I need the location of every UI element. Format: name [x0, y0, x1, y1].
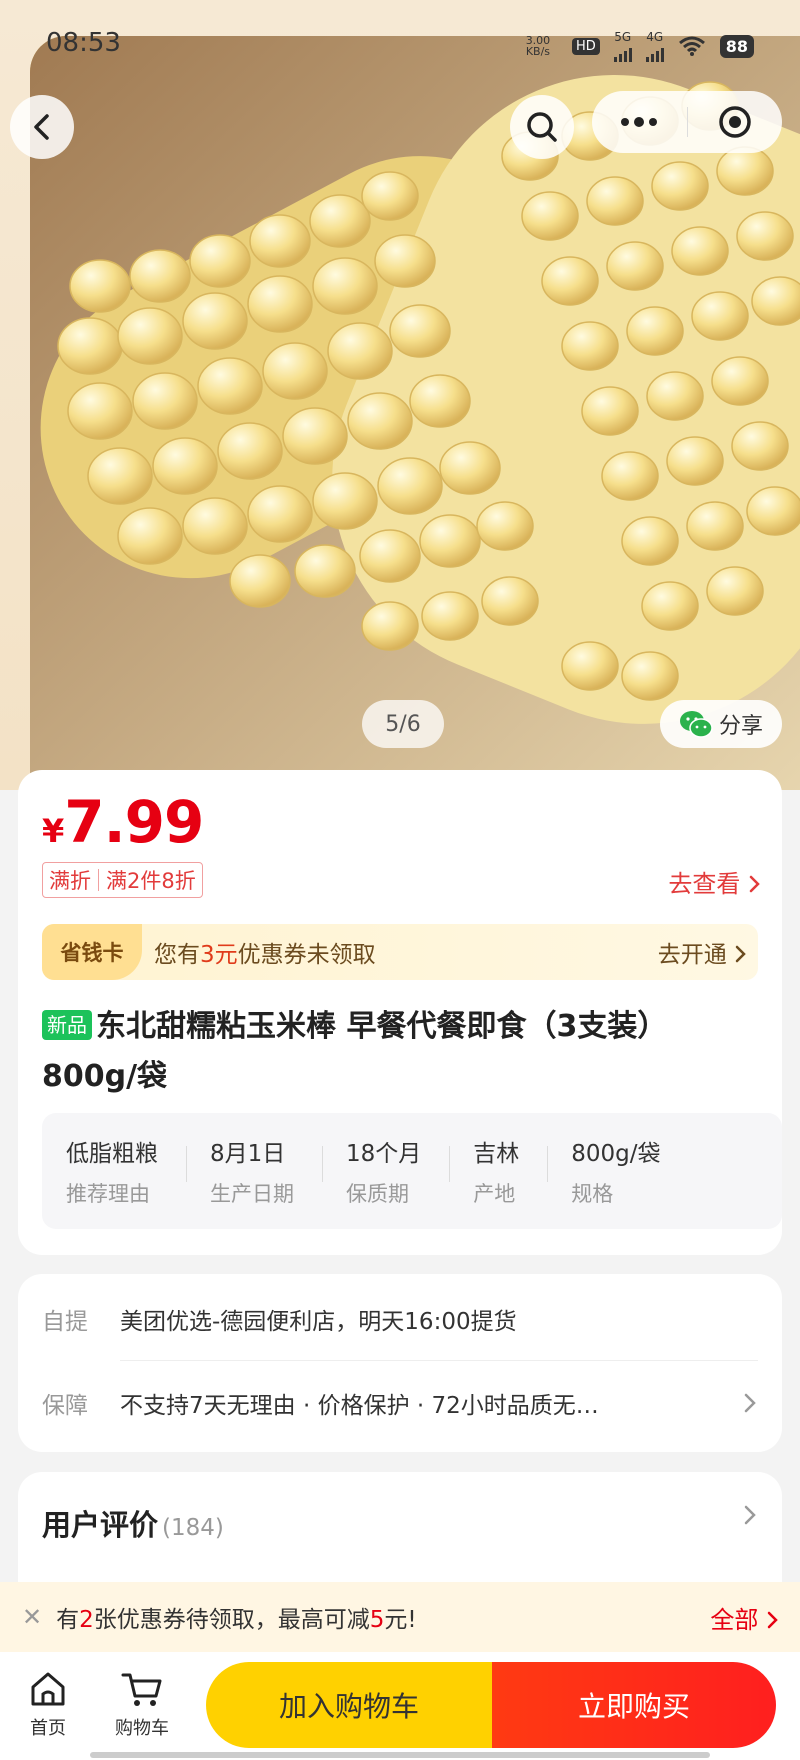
attr-key: 保质期 [346, 1182, 409, 1206]
more-dots-icon [621, 117, 658, 127]
chevron-left-icon [34, 114, 49, 140]
wechat-icon [679, 711, 713, 738]
wifi-icon [678, 36, 705, 56]
nav-home-label: 首页 [30, 1718, 66, 1739]
nav-cart[interactable]: 购物车 [102, 1670, 182, 1740]
savings-card-banner[interactable]: 省钱卡 您有3元优惠券未领取 去开通 [42, 924, 758, 980]
pickup-label: 自提 [42, 1309, 88, 1335]
cart-icon [121, 1673, 162, 1706]
nav-home[interactable]: 首页 [8, 1670, 88, 1740]
signal-4g-label: 4G [646, 30, 664, 44]
search-icon [527, 112, 557, 142]
attr-item-shelf-life: 18个月 保质期 [322, 1134, 449, 1208]
savings-card-badge: 省钱卡 [42, 924, 142, 980]
chevron-right-icon [744, 1393, 756, 1413]
product-title: 新品 东北甜糯粘玉米棒 早餐代餐即食（3支装）800g/袋 [42, 1002, 758, 1102]
signal-5g-label: 5G [614, 30, 632, 44]
attr-item-production-date: 8月1日 生产日期 [186, 1134, 322, 1208]
signal-5g-icon: 5G [613, 30, 632, 62]
coupon-text-1: 有 [56, 1607, 80, 1633]
price-value: 7.99 [64, 788, 204, 856]
coupon-text-2: 张优惠券待领取，最高可减 [93, 1607, 370, 1633]
chevron-right-icon [767, 1611, 778, 1628]
coupon-notice-bar[interactable]: ✕ 有2张优惠券待领取，最高可减5元! 全部 [0, 1582, 800, 1652]
close-mini-program-button[interactable] [688, 91, 783, 153]
guarantee-row[interactable]: 保障 不支持7天无理由 · 价格保护 · 72小时品质无… [42, 1386, 758, 1420]
status-icons: 3.00 KB/s HD 5G 4G 88 [518, 30, 754, 62]
new-badge: 新品 [42, 1010, 92, 1040]
row-divider [120, 1360, 758, 1361]
search-button[interactable] [510, 95, 574, 159]
attr-key: 产地 [473, 1182, 516, 1206]
product-image-gallery[interactable]: 08:53 3.00 KB/s HD 5G 4G 88 5/6 分享 [0, 0, 800, 790]
attr-item-origin: 吉林 产地 [449, 1134, 547, 1208]
status-time: 08:53 [46, 28, 121, 58]
back-button[interactable] [10, 95, 74, 159]
close-icon[interactable]: ✕ [22, 1603, 42, 1631]
product-price: ¥7.99 [42, 788, 204, 856]
image-page-indicator: 5/6 [362, 700, 444, 748]
attr-key: 推荐理由 [66, 1182, 150, 1206]
share-label: 分享 [718, 714, 763, 739]
reviews-title-text: 用户评价 [42, 1508, 159, 1542]
see-promo-label: 去查看 [668, 870, 741, 898]
attr-item-spec: 800g/袋 规格 [547, 1134, 688, 1208]
home-icon [31, 1672, 65, 1706]
promo-divider [98, 869, 99, 891]
coupon-text-3: 元! [384, 1607, 417, 1633]
more-button[interactable] [592, 91, 687, 153]
savings-text-amount: 3元 [200, 942, 238, 968]
promo-type: 满折 [49, 869, 91, 893]
reviews-title: 用户评价 (184) [42, 1502, 224, 1544]
battery-indicator: 88 [719, 34, 754, 58]
chevron-right-icon [749, 875, 760, 893]
savings-card-text: 您有3元优惠券未领取 [154, 935, 376, 969]
buy-now-button[interactable]: 立即购买 [492, 1662, 776, 1748]
pickup-value: 美团优选-德园便利店，明天16:00提货 [120, 1309, 517, 1335]
share-button[interactable]: 分享 [660, 700, 782, 748]
promo-detail: 满2件8折 [106, 869, 196, 893]
attr-item-reason: 低脂粗粮 推荐理由 [42, 1134, 186, 1208]
coupon-count: 2 [79, 1607, 94, 1633]
guarantee-value: 不支持7天无理由 · 价格保护 · 72小时品质无… [120, 1393, 599, 1419]
hd-icon: HD [571, 37, 600, 55]
attr-value: 800g/袋 [571, 1141, 661, 1167]
coupon-text: 有2张优惠券待领取，最高可减5元! [56, 1600, 417, 1634]
chevron-right-icon [744, 1505, 756, 1525]
nav-cart-label: 购物车 [115, 1718, 169, 1739]
chevron-right-icon [735, 945, 746, 963]
savings-text-prefix: 您有 [154, 942, 200, 968]
guarantee-label: 保障 [42, 1393, 88, 1419]
status-bar: 08:53 3.00 KB/s HD 5G 4G 88 [0, 0, 800, 80]
coupon-all-label: 全部 [710, 1605, 759, 1634]
product-attributes: 低脂粗粮 推荐理由 8月1日 生产日期 18个月 保质期 吉林 产地 800g/… [42, 1113, 782, 1229]
coupon-all-link[interactable]: 全部 [710, 1600, 780, 1635]
coupon-max-amount: 5 [369, 1607, 385, 1633]
attr-key: 规格 [571, 1182, 614, 1206]
attr-key: 生产日期 [210, 1182, 294, 1206]
attr-value: 低脂粗粮 [66, 1141, 158, 1167]
currency-symbol: ¥ [42, 812, 65, 850]
savings-card-action-label: 去开通 [657, 942, 727, 968]
pickup-guarantee-card: 自提 美团优选-德园便利店，明天16:00提货 保障 不支持7天无理由 · 价格… [18, 1274, 782, 1452]
savings-card-action[interactable]: 去开通 [658, 935, 748, 969]
see-promo-link[interactable]: 去查看 [668, 864, 762, 899]
net-speed: 3.00 KB/s [525, 34, 551, 58]
savings-text-suffix: 优惠券未领取 [237, 942, 376, 968]
reviews-count: (184) [162, 1515, 224, 1541]
attr-value: 吉林 [473, 1141, 520, 1167]
product-title-text: 东北甜糯粘玉米棒 早餐代餐即食（3支装）800g/袋 [42, 1009, 668, 1094]
home-indicator [90, 1752, 710, 1758]
add-to-cart-button[interactable]: 加入购物车 [206, 1662, 492, 1748]
mini-program-capsule [592, 91, 782, 153]
signal-4g-icon: 4G [645, 30, 664, 62]
attr-value: 8月1日 [210, 1141, 286, 1167]
pickup-row[interactable]: 自提 美团优选-德园便利店，明天16:00提货 [42, 1302, 758, 1336]
promo-tag: 满折 满2件8折 [42, 862, 203, 898]
target-icon [719, 106, 751, 138]
attr-value: 18个月 [346, 1141, 422, 1167]
product-info-card: ¥7.99 满折 满2件8折 去查看 省钱卡 您有3元优惠券未领取 去开通 新品… [18, 770, 782, 1255]
bottom-action-bar: 首页 购物车 加入购物车 立即购买 [0, 1652, 800, 1760]
